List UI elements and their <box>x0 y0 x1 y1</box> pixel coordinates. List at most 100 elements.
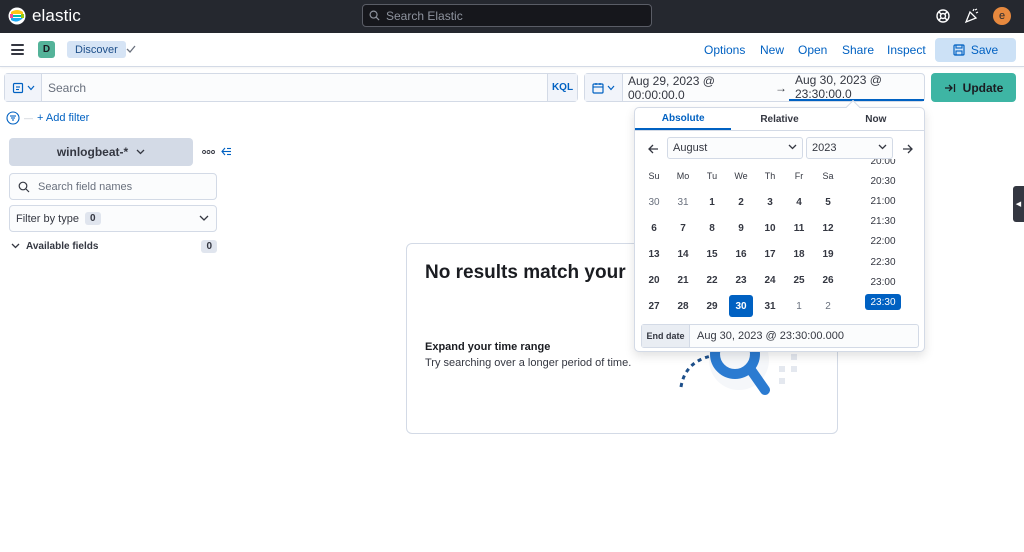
available-fields-toggle[interactable]: Available fields 0 <box>11 239 217 253</box>
calendar-day[interactable]: 8 <box>700 217 724 239</box>
calendar-day[interactable]: 13 <box>642 243 666 265</box>
check-icon <box>126 45 136 53</box>
filter-icon[interactable] <box>6 111 20 125</box>
calendar-day[interactable]: 20 <box>642 269 666 291</box>
time-option[interactable]: 23:00 <box>849 274 917 290</box>
open-link[interactable]: Open <box>798 43 827 57</box>
calendar-day[interactable]: 31 <box>758 295 782 317</box>
space-avatar[interactable]: D <box>38 41 55 58</box>
calendar-day[interactable]: 18 <box>787 243 811 265</box>
time-option[interactable]: 23:30 <box>865 294 901 311</box>
time-option[interactable]: 22:30 <box>849 254 917 270</box>
chevron-down-icon <box>27 85 34 90</box>
calendar-day[interactable]: 2 <box>816 295 840 317</box>
new-link[interactable]: New <box>760 43 784 57</box>
app-bar: D Discover Options New Open Share Inspec… <box>0 33 1024 67</box>
calendar-day[interactable]: 22 <box>700 269 724 291</box>
year-value: 2023 <box>812 142 837 154</box>
saved-query-button[interactable] <box>5 74 42 101</box>
calendar-day[interactable]: 29 <box>700 295 724 317</box>
filter-by-type-button[interactable]: Filter by type 0 <box>9 205 217 232</box>
save-icon <box>953 44 965 56</box>
time-option[interactable]: 20:00 <box>849 159 917 169</box>
weekday-label: Tu <box>706 171 718 181</box>
calendar-day[interactable]: 28 <box>671 295 695 317</box>
previous-month-icon[interactable] <box>646 142 660 156</box>
filter-count-badge: 0 <box>84 212 101 225</box>
calendar-day[interactable]: 5 <box>816 191 840 213</box>
calendar-icon <box>592 82 604 94</box>
share-link[interactable]: Share <box>842 43 874 57</box>
calendar-day[interactable]: 27 <box>642 295 666 317</box>
tab-relative[interactable]: Relative <box>731 108 827 130</box>
query-language-button[interactable]: KQL <box>547 74 577 101</box>
index-pattern-selector[interactable]: winlogbeat-* <box>9 138 193 166</box>
elastic-logo[interactable]: elastic <box>8 6 81 26</box>
next-month-icon[interactable] <box>901 142 915 156</box>
available-count-badge: 0 <box>201 239 217 253</box>
calendar-day[interactable]: 11 <box>787 217 811 239</box>
inspect-link[interactable]: Inspect <box>887 43 926 57</box>
calendar-day[interactable]: 4 <box>787 191 811 213</box>
month-select[interactable]: August <box>667 137 803 159</box>
more-options-icon[interactable] <box>202 150 215 154</box>
options-link[interactable]: Options <box>704 43 745 57</box>
collapse-panel-handle[interactable]: ◀ <box>1013 186 1024 222</box>
calendar-day[interactable]: 15 <box>700 243 724 265</box>
time-option[interactable]: 21:30 <box>849 214 917 230</box>
calendar-day[interactable]: 19 <box>816 243 840 265</box>
calendar-day[interactable]: 30 <box>729 295 753 317</box>
time-option[interactable]: 21:00 <box>849 193 917 209</box>
calendar-day[interactable]: 26 <box>816 269 840 291</box>
menu-icon[interactable] <box>11 44 24 55</box>
weekday-label: We <box>734 171 748 181</box>
calendar-day[interactable]: 6 <box>642 217 666 239</box>
calendar-day[interactable]: 25 <box>787 269 811 291</box>
calendar-day[interactable]: 9 <box>729 217 753 239</box>
update-button[interactable]: Update <box>931 73 1016 102</box>
collapse-sidebar-icon[interactable] <box>221 146 232 157</box>
end-date-button[interactable]: Aug 30, 2023 @ 23:30:00.0 <box>789 73 924 101</box>
query-bar: Search KQL <box>4 73 578 102</box>
weekday-label: Fr <box>794 171 804 181</box>
add-filter-button[interactable]: + Add filter <box>37 112 89 124</box>
field-search-placeholder: Search field names <box>38 180 133 193</box>
end-date-input[interactable]: Aug 30, 2023 @ 23:30:00.000 <box>690 325 918 347</box>
calendar-day[interactable]: 17 <box>758 243 782 265</box>
field-search-input[interactable]: Search field names <box>9 173 217 200</box>
time-option[interactable]: 22:00 <box>849 234 917 250</box>
tab-absolute[interactable]: Absolute <box>635 108 732 130</box>
calendar-day[interactable]: 31 <box>671 191 695 213</box>
global-search-input[interactable]: Search Elastic <box>362 4 652 27</box>
quick-select-button[interactable] <box>585 74 623 101</box>
calendar-day[interactable]: 1 <box>787 295 811 317</box>
help-icon[interactable] <box>935 8 951 24</box>
user-avatar[interactable]: e <box>993 7 1011 25</box>
time-option[interactable]: 20:30 <box>849 173 917 189</box>
year-select[interactable]: 2023 <box>806 137 893 159</box>
newsfeed-icon[interactable] <box>964 8 980 24</box>
breadcrumb-discover[interactable]: Discover <box>67 41 126 58</box>
calendar-day[interactable]: 12 <box>816 217 840 239</box>
tab-now[interactable]: Now <box>828 108 924 130</box>
calendar-day[interactable]: 16 <box>729 243 753 265</box>
calendar-day[interactable]: 3 <box>758 191 782 213</box>
calendar-day[interactable]: 7 <box>671 217 695 239</box>
calendar-day[interactable]: 21 <box>671 269 695 291</box>
filter-bar: — + Add filter <box>6 111 89 125</box>
tip-title: Expand your time range <box>425 341 551 353</box>
calendar-day[interactable]: 2 <box>729 191 753 213</box>
calendar-day[interactable]: 14 <box>671 243 695 265</box>
search-icon <box>18 181 30 192</box>
start-date-button[interactable]: Aug 29, 2023 @ 00:00:00.0 <box>623 74 773 102</box>
query-input[interactable]: Search <box>42 74 547 101</box>
date-picker: Aug 29, 2023 @ 00:00:00.0 → Aug 30, 2023… <box>584 73 925 102</box>
calendar-day[interactable]: 10 <box>758 217 782 239</box>
save-button[interactable]: Save <box>935 38 1016 62</box>
end-date-label: End date <box>642 325 690 347</box>
weekday-label: Sa <box>822 171 834 181</box>
calendar-day[interactable]: 23 <box>729 269 753 291</box>
calendar-day[interactable]: 30 <box>642 191 666 213</box>
calendar-day[interactable]: 1 <box>700 191 724 213</box>
calendar-day[interactable]: 24 <box>758 269 782 291</box>
